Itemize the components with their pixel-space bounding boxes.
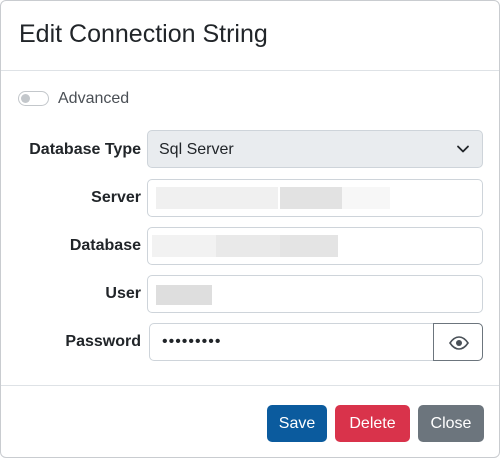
dialog-title: Edit Connection String: [19, 20, 268, 48]
save-button[interactable]: Save: [267, 405, 327, 442]
dialog-header: Edit Connection String: [1, 1, 499, 71]
server-label: Server: [91, 189, 141, 206]
database-type-label: Database Type: [29, 141, 141, 158]
user-label: User: [105, 285, 141, 302]
delete-button[interactable]: Delete: [335, 405, 410, 442]
redacted-text: [342, 187, 390, 209]
edit-connection-dialog: Edit Connection String Advanced Database…: [0, 0, 500, 458]
database-type-value: Sql Server: [159, 141, 234, 158]
toggle-knob: [21, 94, 30, 103]
password-label: Password: [65, 333, 141, 350]
password-input[interactable]: •••••••••: [149, 323, 483, 361]
redacted-text: [216, 235, 280, 257]
password-value: •••••••••: [162, 333, 222, 350]
database-label: Database: [69, 237, 141, 254]
chevron-down-icon: [457, 145, 469, 153]
database-input[interactable]: [147, 227, 483, 265]
eye-icon: [449, 336, 469, 350]
show-password-button[interactable]: [433, 323, 483, 361]
close-button[interactable]: Close: [418, 405, 484, 442]
server-input[interactable]: [147, 179, 483, 217]
redacted-text: [280, 235, 338, 257]
advanced-toggle[interactable]: [18, 91, 49, 106]
dialog-footer: Save Delete Close: [1, 385, 499, 458]
user-input[interactable]: [147, 275, 483, 313]
redacted-text: [156, 285, 212, 305]
redacted-text: [156, 187, 278, 209]
database-type-select[interactable]: Sql Server: [147, 130, 483, 168]
redacted-text: [152, 235, 216, 257]
redacted-text: [280, 187, 342, 209]
advanced-toggle-label: Advanced: [58, 90, 130, 107]
